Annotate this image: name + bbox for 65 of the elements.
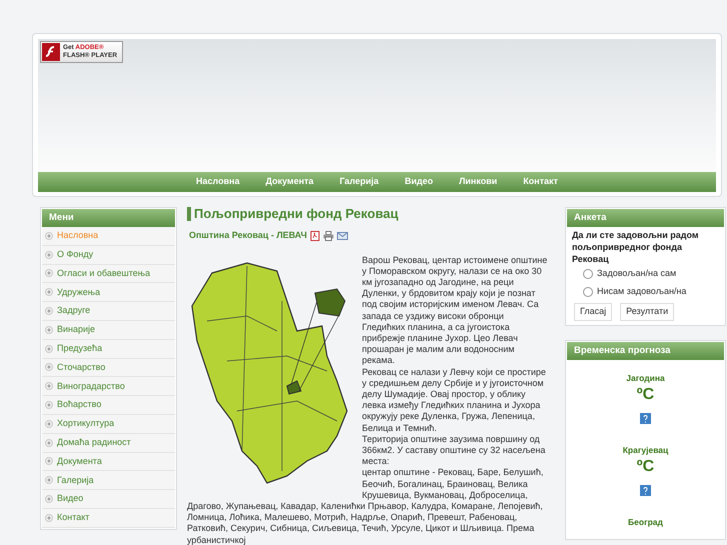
poll-title: Анкета [567,209,724,227]
nav-link[interactable]: Насловна [194,175,242,189]
temperature: ºC [636,456,654,476]
nav-link[interactable]: Контакт [521,175,560,189]
plus-icon [45,250,53,259]
plus-icon [45,232,53,240]
menu-item[interactable]: О Фонду [42,246,175,265]
menu-item[interactable]: Домаћа радиност [42,434,175,453]
article-paragraph: Варош Рековац, центар истоимене општине у Поморавском округу, налази се на око 30 км југозападно од Јагодине, на реци Дуленки, у брдовитом крају који је познат под својим историјским именом Левач. Са запада се уздижу високи обронци Гледићких планина, а са југоистока прибрежје планине Јухор. Цео Левач прошаран је малим али водоносним рекама. [361,254,548,367]
article-title: Пољопривредни фонд Рековац [194,207,400,221]
article-paragraph: центар општине - Рековац, Баре, Белушић, Беочић, Богалинац, Браиновац, Велика Крушевица, Вукмановац, Доброселица, Драгово, Жупањевац, Кавадар, Каленићки Прњавор, Калудра, Комаране, Лепојевић, Ломница, Лоћика, Малешево, Мотрић, Надрље, Опарић, Превешт, Рабеновац, Ратковић, Секурич, Сибница, Сиљевица, Течић, Урсуле, Цикот и Шљивица. Према урбанистичкој [187,467,544,545]
menu-item[interactable]: Хортикултура [42,414,175,434]
plus-icon [45,382,53,390]
poll-option[interactable]: Нисам задовољан/на [567,283,724,301]
plus-icon [45,363,53,372]
plus-icon [45,326,53,334]
plus-icon [45,420,53,428]
unknown-weather-icon [640,412,651,424]
email-icon[interactable] [336,232,348,240]
print-icon[interactable] [322,230,334,241]
city-name: Крагујевац [622,444,668,456]
radio-button[interactable] [583,287,593,297]
plus-icon [45,288,53,296]
city-name: Јагодина [626,372,665,385]
article-subtitle: Општина Рековац - ЛЕВАЧ [189,229,307,242]
weather-title: Временска прогноза [567,342,724,360]
plus-icon [45,307,53,316]
menu-item[interactable]: Огласи и обавештења [42,264,175,284]
menu-item[interactable]: Контакт [42,508,175,528]
nav-link[interactable]: Видео [402,175,435,189]
poll-question: Да ли сте задовољни радом пољопривредног фонда Рековац [571,229,700,265]
menu-item[interactable]: Задруге [42,302,175,321]
plus-icon [45,401,53,410]
nav-link[interactable]: Линкови [456,175,500,189]
menu-item[interactable]: Сточарство [42,358,175,378]
poll-button[interactable]: Гласај [574,303,612,321]
menu-item[interactable]: Удружења [42,283,175,302]
menu-item[interactable]: Виноградарство [42,377,175,396]
menu-item[interactable]: Насловна [42,227,175,246]
article-paragraph: Рековац се налази у Левчу који се простире у средишњем делу Србије и у југоисточном делу Шумадије. Овај простор, у облику левка између Гледићких планина и Јухора окружују реке Дуленка, Гружа, Лепеница, Белица и Темнић. [361,366,547,434]
menu-item[interactable]: Воћарство [42,396,175,415]
nav-link[interactable]: Документа [264,175,316,189]
menu-item[interactable]: Галерија [42,471,175,490]
menu-item[interactable]: Документа [42,452,175,472]
unknown-weather-icon [640,484,651,496]
menu-item[interactable]: Винарије [42,320,175,340]
poll-button[interactable]: Резултати [620,303,674,321]
poll-option[interactable]: Задовољан/на сам [567,265,724,283]
menu-item[interactable]: Видео [42,490,175,509]
menu-title: Мени [42,209,175,227]
menu-item[interactable]: Предузећа [42,340,175,359]
plus-icon [45,514,53,522]
city-name: Београд [628,516,663,528]
plus-icon [45,495,53,504]
flash-logo-icon [42,43,60,61]
nav-link[interactable]: Галерија [338,175,381,189]
radio-button[interactable] [583,269,593,279]
article-paragraph: Територија општине заузима површину од 366км2. У саставу општине су 32 насељена места: [361,434,546,468]
plus-icon [45,269,53,278]
plus-icon [45,476,53,484]
plus-icon [45,438,53,447]
temperature: ºC [636,384,654,405]
plus-icon [45,457,53,466]
plus-icon [45,344,53,353]
pdf-icon[interactable] [310,230,320,241]
